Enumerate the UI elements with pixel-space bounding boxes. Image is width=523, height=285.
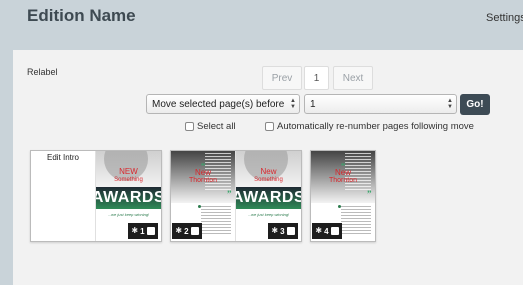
next-page-button[interactable]: Next [333,66,373,90]
awards-banner: AWARDS [236,187,301,209]
select-arrows-icon: ▲ ▼ [290,98,296,110]
page-intro[interactable]: Edit Intro [31,151,96,241]
story-subhead: Thornton [188,177,218,184]
spread-3[interactable]: “ ” New Thornton ✱ 4 [310,150,376,242]
page-number: 4 [324,226,329,236]
page-number: 3 [280,226,285,236]
page-select-checkbox[interactable] [190,227,199,235]
renumber-label: Automatically re-number pages following … [277,121,474,132]
story-subhead: Thornton [328,177,358,184]
target-page-select-value: 1 [310,98,316,110]
page-controls: ✱ 1 [128,223,158,239]
page-thumbnail[interactable]: New Something AWARDS ...we just keep win… [236,151,301,241]
story-headline: New [334,168,351,177]
gear-icon[interactable]: ✱ [175,227,182,235]
settings-link[interactable]: Settings [486,12,523,24]
prev-page-button[interactable]: Prev [262,66,302,90]
story-headline: New [194,168,211,177]
page-thumbnail[interactable]: “ ” New Thornton ✱ 2 [171,151,236,241]
select-all-checkbox[interactable] [185,122,194,131]
cover-headline: New [260,167,277,176]
go-button[interactable]: Go! [460,94,490,115]
page-thumbnail[interactable]: “ ” New Thornton ✱ 4 [311,151,375,241]
header: Edition Name Settings [0,0,523,50]
gear-icon[interactable]: ✱ [315,227,322,235]
page-thumbnail[interactable]: NEW Something AWARDS ...we just keep win… [96,151,161,241]
move-action-select[interactable]: Move selected page(s) before ▲ ▼ [146,94,300,114]
cover-headline: NEW [119,167,138,176]
cover-tagline: ...we just keep winning! [107,212,150,217]
awards-banner: AWARDS [96,187,161,209]
page-controls: ✱ 4 [312,223,342,239]
page-number: 1 [140,226,145,236]
spread-2[interactable]: “ ” New Thornton ✱ 2 New Something AWARD… [170,150,302,242]
quote-icon: ” [367,189,372,199]
gear-icon[interactable]: ✱ [131,227,138,235]
target-page-select[interactable]: 1 ▲ ▼ [304,94,457,114]
gear-icon[interactable]: ✱ [271,227,278,235]
page-number: 2 [184,226,189,236]
page-select-checkbox[interactable] [146,227,155,235]
quote-icon: ” [227,189,232,199]
spread-1[interactable]: Edit Intro NEW Something AWARDS ...we ju… [30,150,162,242]
page-title: Edition Name [27,6,136,25]
move-action-select-value: Move selected page(s) before [152,98,285,110]
page-controls: ✱ 3 [268,223,298,239]
cover-subhead: Something [254,177,283,183]
renumber-checkbox[interactable] [265,122,274,131]
current-page-button[interactable]: 1 [304,66,329,90]
page-controls: ✱ 2 [172,223,202,239]
page-select-checkbox[interactable] [286,227,295,235]
cover-subhead: Something [114,177,143,183]
relabel-link[interactable]: Relabel [27,67,58,77]
edit-intro-label[interactable]: Edit Intro [31,153,95,162]
page-select-checkbox[interactable] [330,227,339,235]
select-all-label: Select all [197,121,236,132]
cover-tagline: ...we just keep winning! [247,212,290,217]
select-arrows-icon: ▲ ▼ [447,98,453,110]
